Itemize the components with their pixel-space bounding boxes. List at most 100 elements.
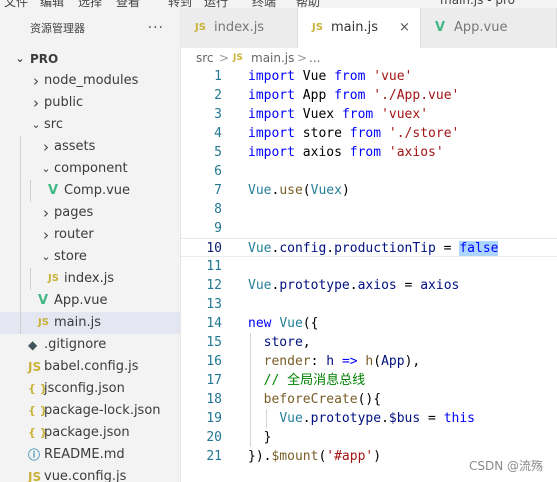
tree-item-readme-md[interactable]: ⓘ README.md bbox=[0, 444, 180, 466]
code-content: store, bbox=[248, 333, 311, 352]
code-token: . bbox=[349, 278, 358, 293]
code-line[interactable]: 18 beforeCreate(){ bbox=[181, 390, 557, 409]
tab-label: index.js bbox=[214, 20, 265, 35]
breadcrumb-file[interactable]: main.js bbox=[251, 48, 294, 68]
code-token: Vue bbox=[248, 183, 272, 198]
tree-item-router[interactable]: › router bbox=[0, 224, 180, 246]
breadcrumb-symbols[interactable]: ... bbox=[309, 48, 320, 68]
code-line[interactable]: 1 import Vue from 'vue' bbox=[181, 68, 557, 86]
code-line[interactable]: 13 bbox=[181, 295, 557, 314]
chevron-right-icon: › bbox=[33, 94, 39, 112]
menu-bar[interactable]: 文件 编辑 选择 查看 转到 运行 终端 帮助 main.js - pro bbox=[0, 0, 557, 8]
line-number: 20 bbox=[206, 430, 222, 445]
indent-guide bbox=[20, 268, 21, 290]
code-line[interactable]: 3 import Vuex from 'vuex' bbox=[181, 105, 557, 124]
menu-item[interactable]: 转到 bbox=[168, 0, 192, 8]
indent-guide bbox=[20, 180, 21, 202]
chevron-right-icon: › bbox=[43, 204, 49, 222]
tree-item-index-js[interactable]: JS index.js bbox=[0, 268, 180, 290]
tree-item-gitignore[interactable]: ◆ .gitignore bbox=[0, 334, 180, 356]
menu-item[interactable]: 文件 bbox=[4, 0, 28, 8]
code-line[interactable]: 19 Vue.prototype.$bus = this bbox=[181, 409, 557, 428]
code-token: h bbox=[326, 354, 335, 369]
code-content: new Vue({ bbox=[248, 314, 318, 333]
code-line[interactable]: 4 import store from './store' bbox=[181, 124, 557, 143]
tab-main-js[interactable]: JS main.js × bbox=[298, 8, 421, 48]
tab-index-js[interactable]: JS index.js bbox=[181, 8, 298, 48]
code-token: : bbox=[310, 354, 327, 369]
tree-item-app-vue[interactable]: V App.vue bbox=[0, 290, 180, 312]
breadcrumb-folder[interactable]: src bbox=[196, 48, 214, 68]
code-line[interactable]: 20 } bbox=[181, 428, 557, 447]
code-line[interactable]: 12 Vue.prototype.axios = axios bbox=[181, 276, 557, 295]
tree-item-package-lock-json[interactable]: { } package-lock.json bbox=[0, 400, 180, 422]
code-editor[interactable]: 1 import Vue from 'vue' 2 import App from '… bbox=[181, 68, 557, 482]
code-line[interactable]: 17 // 全局消息总线 bbox=[181, 371, 557, 390]
indent-guide bbox=[20, 290, 21, 312]
menu-item[interactable]: 运行 bbox=[204, 0, 228, 8]
menu-item[interactable]: 帮助 bbox=[296, 0, 320, 8]
code-content: beforeCreate(){ bbox=[248, 390, 381, 409]
code-line[interactable]: 2 import App from './App.vue' bbox=[181, 86, 557, 105]
git-file-icon: ◆ bbox=[28, 338, 38, 352]
code-line[interactable]: 10 Vue.config.productionTip = false bbox=[181, 238, 557, 257]
code-token: from bbox=[334, 69, 366, 84]
tree-item-assets[interactable]: › assets bbox=[0, 136, 180, 158]
tree-item-label: App.vue bbox=[54, 293, 108, 308]
code-token: axios bbox=[294, 145, 350, 160]
tree-item-label: babel.config.js bbox=[44, 359, 139, 374]
code-token: store bbox=[263, 335, 303, 350]
code-line[interactable]: 14 new Vue({ bbox=[181, 314, 557, 333]
menu-item[interactable]: main.js - pro bbox=[440, 0, 515, 7]
code-line[interactable]: 11 bbox=[181, 257, 557, 276]
tree-item-vue-config-js[interactable]: JS vue.config.js bbox=[0, 466, 180, 482]
tree-item-component[interactable]: ⌄ component bbox=[0, 158, 180, 180]
tree-item-store[interactable]: ⌄ store bbox=[0, 246, 180, 268]
line-number: 16 bbox=[206, 354, 222, 369]
tree-item-label: vue.config.js bbox=[44, 469, 127, 482]
menu-item[interactable]: 查看 bbox=[116, 0, 140, 8]
tree-item-pages[interactable]: › pages bbox=[0, 202, 180, 224]
chevron-down-icon: ⌄ bbox=[41, 162, 51, 175]
menu-item[interactable]: 编辑 bbox=[40, 0, 64, 8]
tree-item-label: package.json bbox=[44, 425, 130, 440]
code-token: ) bbox=[341, 183, 350, 198]
code-token: ({ bbox=[302, 316, 319, 331]
tree-item-main-js[interactable]: JS main.js bbox=[0, 312, 180, 334]
menu-item[interactable]: 终端 bbox=[252, 0, 276, 8]
tree-item-node-modules[interactable]: › node_modules bbox=[0, 70, 180, 92]
code-token: Vue bbox=[279, 316, 303, 331]
menu-item[interactable]: 选择 bbox=[78, 0, 102, 8]
code-line[interactable]: 8 bbox=[181, 200, 557, 219]
root-folder-pro[interactable]: ⌄ PRO bbox=[0, 48, 180, 70]
line-number: 8 bbox=[214, 202, 222, 217]
tree-item-label: router bbox=[54, 227, 94, 242]
tab-app-vue[interactable]: V App.vue bbox=[421, 8, 557, 48]
code-line[interactable]: 5 import axios from 'axios' bbox=[181, 143, 557, 162]
tree-item-comp-vue[interactable]: V Comp.vue bbox=[0, 180, 180, 202]
tree-item-babel-config-js[interactable]: JS babel.config.js bbox=[0, 356, 180, 378]
code-token: from bbox=[334, 88, 366, 103]
indent-guide bbox=[20, 246, 21, 268]
line-number: 3 bbox=[214, 107, 222, 122]
chevron-down-icon: ⌄ bbox=[15, 52, 25, 65]
code-line[interactable]: 7 Vue.use(Vuex) bbox=[181, 181, 557, 200]
tree-item-jsconfig-json[interactable]: { } jsconfig.json bbox=[0, 378, 180, 400]
more-actions-icon[interactable]: ··· bbox=[148, 20, 164, 36]
js-file-icon: JS bbox=[48, 273, 59, 284]
tree-item-label: public bbox=[44, 95, 84, 110]
code-token: . bbox=[381, 411, 389, 426]
close-icon[interactable]: × bbox=[399, 8, 410, 48]
code-line[interactable]: 6 bbox=[181, 162, 557, 181]
tree-item-public[interactable]: › public bbox=[0, 92, 180, 114]
code-content: Vue.config.productionTip = false bbox=[248, 239, 499, 258]
code-line[interactable]: 16 render: h => h(App), bbox=[181, 352, 557, 371]
code-token: Vuex bbox=[294, 107, 342, 122]
tree-item-package-json[interactable]: { } package.json bbox=[0, 422, 180, 444]
code-token: 'vue' bbox=[373, 69, 413, 84]
code-line[interactable]: 9 bbox=[181, 219, 557, 238]
tree-item-src[interactable]: ⌄ src bbox=[0, 114, 180, 136]
tree-item-label: main.js bbox=[54, 315, 101, 330]
code-line[interactable]: 15 store, bbox=[181, 333, 557, 352]
